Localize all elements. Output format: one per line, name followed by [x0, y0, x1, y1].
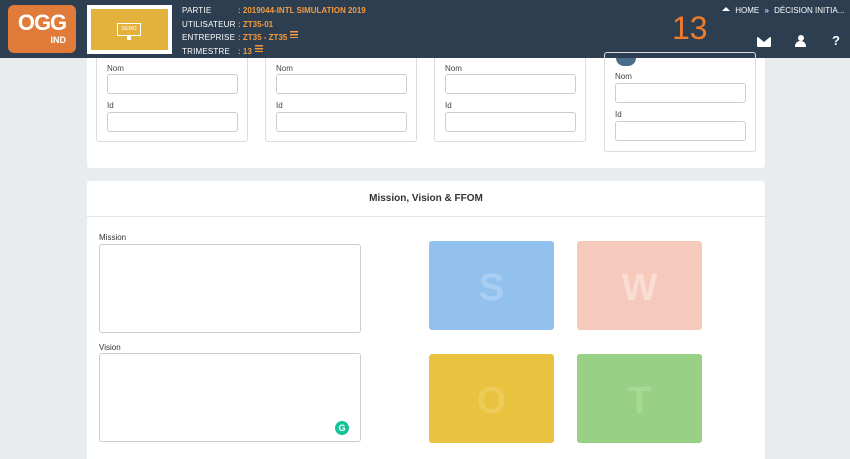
info-row-entreprise: ENTREPRISE : ZT35 - ZT35 — [182, 31, 366, 45]
grammarly-icon[interactable]: G — [335, 421, 349, 435]
name-input[interactable] — [615, 83, 746, 103]
name-input[interactable] — [445, 74, 576, 94]
info-key: UTILISATEUR — [182, 19, 236, 29]
id-label: Id — [615, 110, 622, 119]
demo-logo: DEMO — [91, 9, 168, 50]
id-input[interactable] — [445, 112, 576, 132]
info-value: : 13 — [238, 46, 252, 56]
name-input[interactable] — [107, 74, 238, 94]
ogg-logo[interactable]: OGG IND — [8, 5, 76, 53]
top-navbar: OGG IND DEMO PARTIE : 2019044-INTL SIMUL… — [0, 0, 850, 58]
game-info: PARTIE : 2019044-INTL SIMULATION 2019 UT… — [182, 4, 366, 58]
envelope-icon[interactable] — [757, 37, 771, 47]
demo-monitor-stand — [127, 36, 131, 40]
info-key: PARTIE — [182, 6, 212, 15]
name-label: Nom — [276, 64, 293, 73]
info-key: TRIMESTRE — [182, 46, 231, 56]
list-icon[interactable] — [254, 44, 263, 52]
swot-strengths-box[interactable]: S — [429, 241, 554, 330]
info-row-utilisateur: UTILISATEUR : ZT35-01 — [182, 18, 366, 32]
demo-monitor-icon: DEMO — [117, 23, 141, 36]
name-label: Nom — [615, 72, 632, 81]
quarter-number: 13 — [672, 10, 708, 46]
user-icon-body — [795, 41, 806, 47]
info-row-trimestre: TRIMESTRE : 13 — [182, 44, 366, 59]
mission-label: Mission — [99, 233, 127, 242]
name-label: Nom — [445, 64, 462, 73]
info-value: : ZT35 - ZT35 — [238, 33, 288, 42]
panel-title: Mission, Vision & FFOM — [87, 181, 765, 217]
logo-text-top: OGG — [17, 10, 67, 35]
list-icon[interactable] — [290, 31, 299, 38]
mission-vision-panel: Mission, Vision & FFOM Mission Vision G … — [87, 181, 765, 459]
name-input[interactable] — [276, 74, 407, 94]
vision-label: Vision — [99, 343, 121, 352]
id-label: Id — [107, 101, 114, 110]
info-value: : ZT35-01 — [238, 19, 274, 29]
breadcrumb-separator: » — [764, 6, 769, 15]
id-input[interactable] — [615, 121, 746, 141]
company-logo-frame: DEMO — [87, 5, 172, 54]
team-card: Nom Id — [604, 52, 756, 152]
swot-opportunities-box[interactable]: O — [429, 354, 554, 443]
logo-text-bottom: IND — [50, 35, 67, 45]
mission-textarea[interactable] — [99, 244, 361, 333]
team-panel: Nom Id Nom Id Nom Id Nom Id — [87, 52, 765, 168]
id-input[interactable] — [276, 112, 407, 132]
team-card: Nom Id — [265, 58, 417, 142]
breadcrumb-home[interactable]: HOME — [735, 6, 759, 15]
breadcrumb: HOME » DÉCISION INITIA... — [722, 6, 847, 15]
team-card: Nom Id — [96, 58, 248, 142]
info-key: ENTREPRISE — [182, 33, 236, 42]
id-label: Id — [445, 101, 452, 110]
info-row-partie: PARTIE : 2019044-INTL SIMULATION 2019 — [182, 4, 366, 18]
name-label: Nom — [107, 64, 124, 73]
team-card: Nom Id — [434, 58, 586, 142]
home-icon — [722, 7, 730, 11]
breadcrumb-current[interactable]: DÉCISION INITIA... — [774, 6, 844, 15]
swot-threats-box[interactable]: T — [577, 354, 702, 443]
user-icon[interactable] — [795, 35, 806, 48]
swot-weaknesses-box[interactable]: W — [577, 241, 702, 330]
help-icon[interactable]: ? — [832, 33, 840, 48]
info-value: : 2019044-INTL SIMULATION 2019 — [238, 6, 366, 15]
id-input[interactable] — [107, 112, 238, 132]
vision-textarea[interactable] — [99, 353, 361, 442]
id-label: Id — [276, 101, 283, 110]
